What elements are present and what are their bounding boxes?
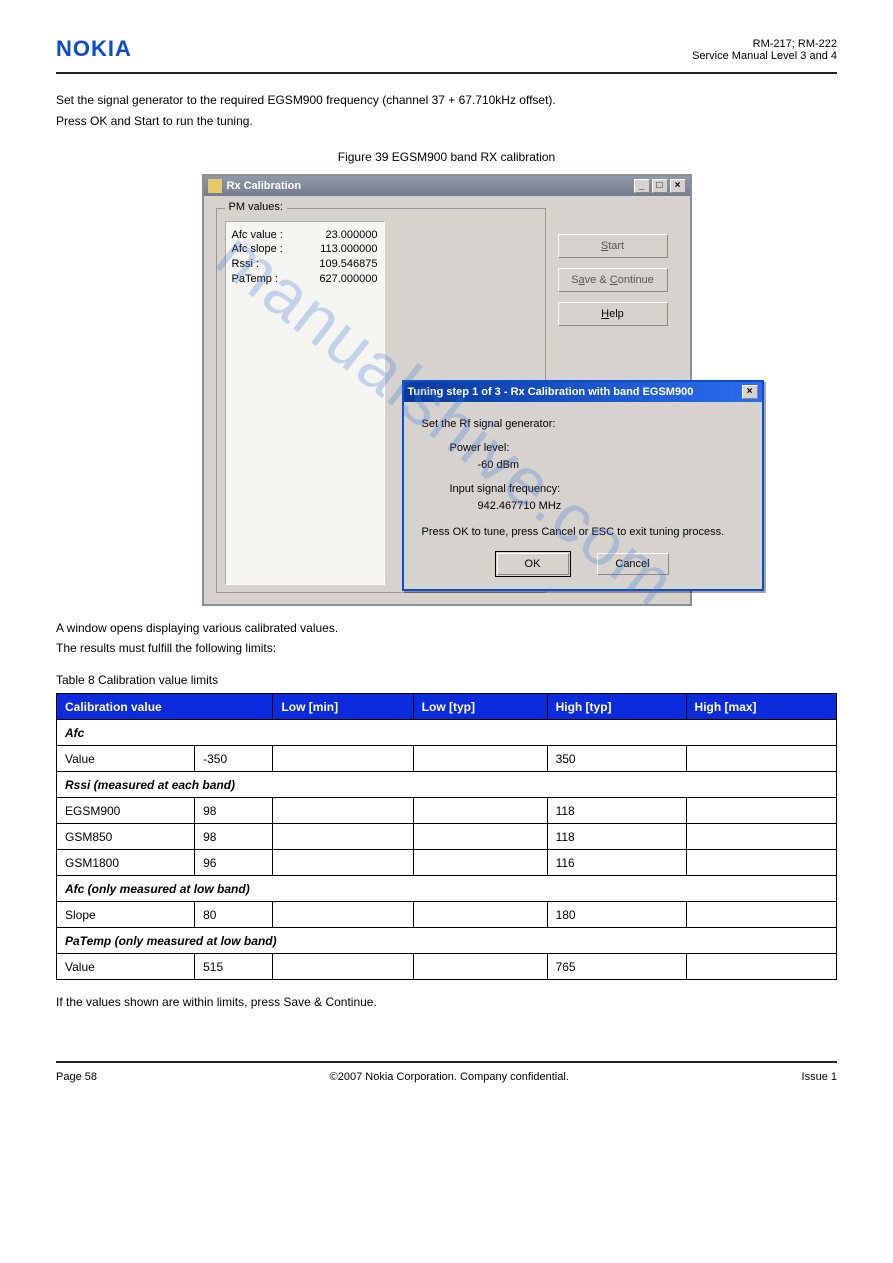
dialog-title: Tuning step 1 of 3 - Rx Calibration with… (408, 386, 694, 398)
end-note: If the values shown are within limits, p… (56, 994, 837, 1011)
after-p2: The results must fulfill the following l… (56, 640, 837, 657)
table-row: Value 515 765 (57, 954, 837, 980)
pm-row: PaTemp : 627.000000 (232, 272, 378, 287)
pm-value: 109.546875 (319, 257, 377, 272)
start-button[interactable]: Start (558, 234, 668, 258)
th-low-typ: Low [typ] (413, 694, 547, 720)
footer-right: Issue 1 (802, 1071, 837, 1083)
pm-legend: PM values: (225, 201, 287, 213)
table-row: EGSM900 98 118 (57, 798, 837, 824)
table-row: Value -350 350 (57, 746, 837, 772)
page-header: NOKIA RM-217; RM-222 Service Manual Leve… (56, 36, 837, 74)
pm-label: Afc slope : (232, 242, 283, 257)
pm-label: Afc value : (232, 228, 283, 243)
figure-caption: Figure 39 EGSM900 band RX calibration (56, 150, 837, 164)
dialog-instruction-2: Press OK to tune, press Cancel or ESC to… (422, 524, 744, 541)
rx-calibration-window: Rx Calibration _ □ × PM values: Afc valu… (202, 174, 692, 606)
dialog-titlebar: Tuning step 1 of 3 - Rx Calibration with… (404, 382, 762, 402)
pm-values-panel: Afc value : 23.000000 Afc slope : 113.00… (225, 221, 385, 585)
footer-center: ©2007 Nokia Corporation. Company confide… (330, 1071, 569, 1083)
th-calibration-value: Calibration value (57, 694, 273, 720)
pm-row: Rssi : 109.546875 (232, 257, 378, 272)
dialog-instruction-1: Set the Rf signal generator: (422, 416, 744, 433)
pm-value: 23.000000 (326, 228, 378, 243)
pm-label: PaTemp : (232, 272, 278, 287)
power-level-value: -60 dBm (478, 457, 744, 474)
table-row: GSM850 98 118 (57, 824, 837, 850)
close-button[interactable]: × (670, 179, 686, 193)
freq-value: 942.467710 MHz (478, 498, 744, 515)
pm-value: 627.000000 (319, 272, 377, 287)
help-button[interactable]: Help (558, 302, 668, 326)
band-row: Afc (only measured at low band) (57, 876, 837, 902)
table-caption: Table 8 Calibration value limits (56, 673, 837, 687)
window-title: Rx Calibration (227, 180, 302, 192)
dialog-close-button[interactable]: × (742, 385, 758, 399)
footer-left: Page 58 (56, 1071, 97, 1083)
limits-table: Calibration value Low [min] Low [typ] Hi… (56, 693, 837, 980)
band-row: PaTemp (only measured at low band) (57, 928, 837, 954)
pm-row: Afc value : 23.000000 (232, 228, 378, 243)
ok-button[interactable]: OK (497, 553, 569, 575)
table-row: Slope 80 180 (57, 902, 837, 928)
pm-value: 113.000000 (320, 242, 377, 257)
power-level-label: Power level: (450, 440, 744, 457)
pm-label: Rssi : (232, 257, 260, 272)
page-footer: Page 58 ©2007 Nokia Corporation. Company… (56, 1061, 837, 1083)
cancel-button[interactable]: Cancel (597, 553, 669, 575)
intro-line-1: Set the signal generator to the required… (56, 92, 837, 109)
minimize-button[interactable]: _ (634, 179, 650, 193)
th-low-min: Low [min] (273, 694, 413, 720)
band-row: Afc (57, 720, 837, 746)
window-titlebar: Rx Calibration _ □ × (204, 176, 690, 196)
tuning-step-dialog: Tuning step 1 of 3 - Rx Calibration with… (402, 380, 764, 591)
th-high-typ: High [typ] (547, 694, 686, 720)
header-right-text: RM-217; RM-222 Service Manual Level 3 an… (692, 38, 837, 62)
app-icon (208, 179, 222, 193)
nokia-logo: NOKIA (56, 36, 132, 62)
band-row: Rssi (measured at each band) (57, 772, 837, 798)
limits-tbody: Afc Value -350 350 Rssi (measured at eac… (57, 720, 837, 980)
pm-row: Afc slope : 113.000000 (232, 242, 378, 257)
maximize-button[interactable]: □ (652, 179, 668, 193)
intro-text: Set the signal generator to the required… (56, 92, 837, 130)
freq-label: Input signal frequency: (450, 481, 744, 498)
table-row: GSM1800 96 116 (57, 850, 837, 876)
save-continue-button[interactable]: Save & Continue (558, 268, 668, 292)
after-p1: A window opens displaying various calibr… (56, 620, 837, 637)
intro-line-2: Press OK and Start to run the tuning. (56, 113, 837, 130)
th-high-max: High [max] (686, 694, 836, 720)
